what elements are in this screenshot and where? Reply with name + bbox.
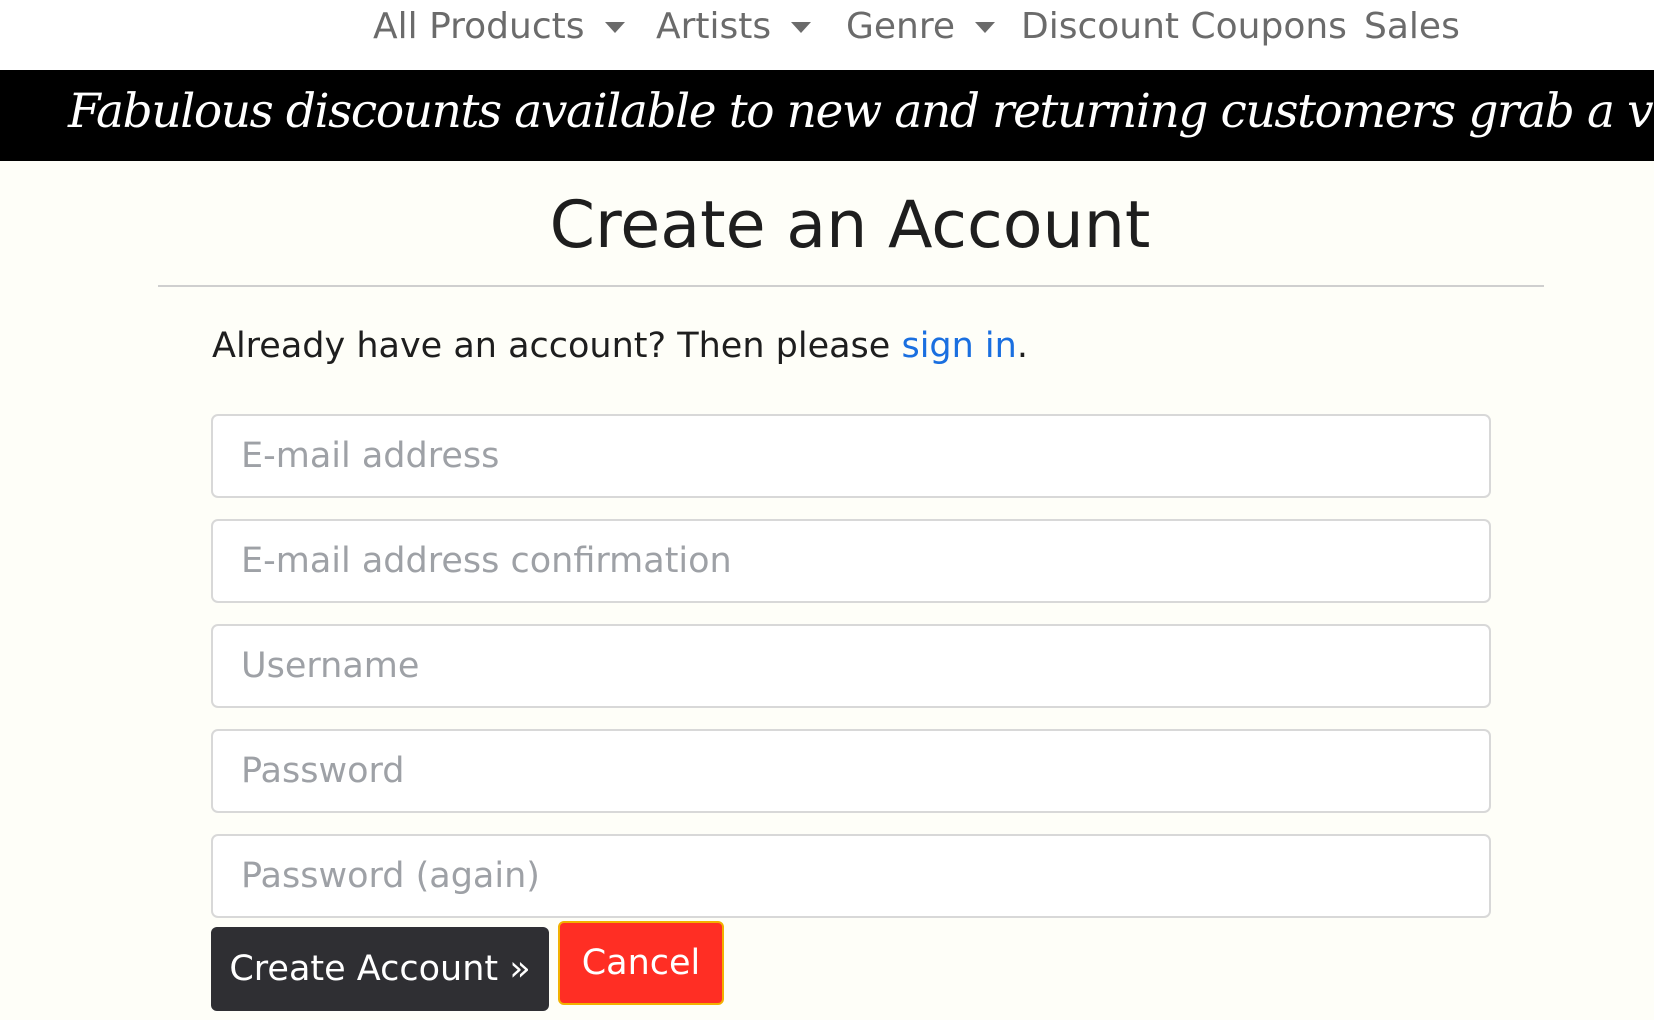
caret-down-icon [975,21,996,33]
promo-banner: Fabulous discounts available to new and … [0,70,1654,161]
username-input[interactable] [211,624,1491,708]
top-navbar: All Products Artists Genre Discount Coup… [0,0,1654,70]
nav-sales-link[interactable]: Sales [1364,2,1460,50]
signin-prompt-text: Already have an account? Then please [212,326,902,366]
password-input[interactable] [211,729,1491,813]
caret-down-icon [604,21,625,33]
nav-sales-label: Sales [1364,5,1460,47]
nav-discount-coupons-label: Discount Coupons [1021,5,1347,47]
create-account-button[interactable]: Create Account » [211,927,549,1011]
nav-all-products-label: All Products [373,5,585,47]
nav-genre-dropdown[interactable]: Genre [846,2,996,50]
email-input[interactable] [211,414,1491,498]
nav-genre-label: Genre [846,5,956,47]
title-divider [158,285,1544,287]
signin-prompt: Already have an account? Then please sig… [212,326,1028,366]
password-again-input[interactable] [211,834,1491,918]
page-title: Create an Account [549,188,1151,263]
nav-artists-label: Artists [656,5,772,47]
signin-prompt-period: . [1016,326,1028,366]
nav-all-products-dropdown[interactable]: All Products [373,2,625,50]
nav-discount-coupons-link[interactable]: Discount Coupons [1021,2,1347,50]
promo-banner-text: Fabulous discounts available to new and … [68,84,1654,139]
signin-link[interactable]: sign in [901,326,1016,366]
email-confirm-input[interactable] [211,519,1491,603]
caret-down-icon [791,21,812,33]
cancel-button[interactable]: Cancel [558,921,724,1005]
nav-artists-dropdown[interactable]: Artists [656,2,812,50]
